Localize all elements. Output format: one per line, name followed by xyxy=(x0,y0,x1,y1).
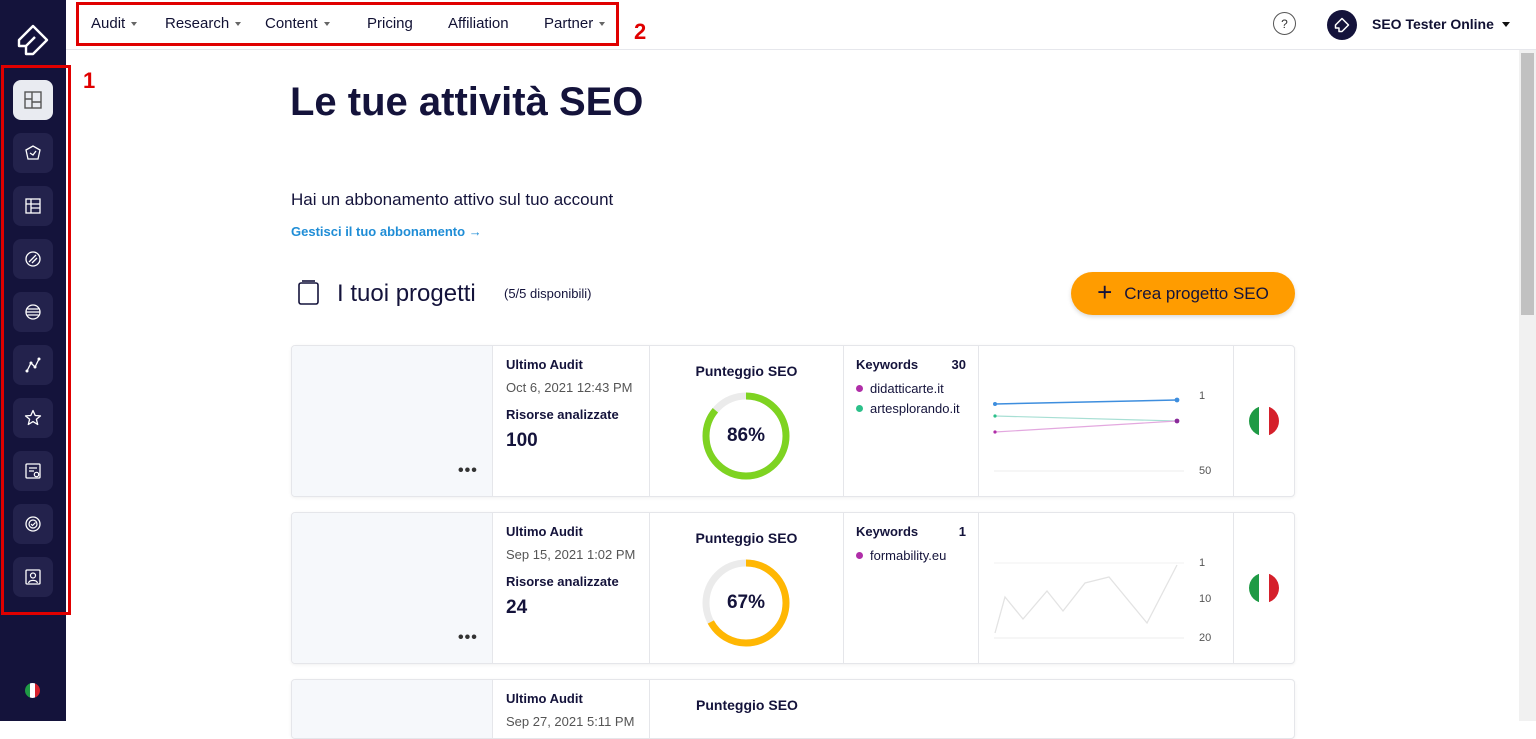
resources-label: Risorse analizzate xyxy=(506,407,619,422)
keywords-label: Keywords xyxy=(856,357,919,372)
more-options-icon[interactable]: ••• xyxy=(458,629,478,647)
last-audit-label: Ultimo Audit xyxy=(506,691,583,706)
last-audit-section: Ultimo Audit Sep 27, 2021 5:11 PM xyxy=(493,680,650,738)
seo-score-label: Punteggio SEO xyxy=(696,697,798,713)
series-point xyxy=(993,402,997,406)
help-icon[interactable]: ? xyxy=(1273,12,1296,35)
user-menu[interactable]: SEO Tester Online xyxy=(1372,16,1510,32)
language-flag-icon[interactable] xyxy=(25,683,40,698)
series-line-purple xyxy=(994,420,1178,433)
manage-link-label: Gestisci il tuo abbonamento xyxy=(291,224,466,239)
keyword-color-dot xyxy=(856,405,863,412)
projects-heading: I tuoi progetti xyxy=(337,280,476,307)
italy-flag-icon xyxy=(1249,573,1279,603)
project-card[interactable]: Ultimo Audit Sep 27, 2021 5:11 PM Punteg… xyxy=(291,679,1295,739)
resources-value: 24 xyxy=(506,597,528,618)
last-audit-date: Sep 27, 2021 5:11 PM xyxy=(506,714,635,729)
avatar[interactable] xyxy=(1327,10,1357,40)
annotation-number-1: 1 xyxy=(83,68,96,93)
seo-score-label: Punteggio SEO xyxy=(695,530,798,546)
last-audit-date: Oct 6, 2021 12:43 PM xyxy=(506,380,633,395)
keyword-color-dot xyxy=(856,552,863,559)
seo-score-value: 67% xyxy=(726,592,766,613)
keywords-count: 30 xyxy=(951,357,966,372)
ranking-chart-svg xyxy=(993,397,1184,472)
series-line-green xyxy=(994,415,1178,422)
last-audit-label: Ultimo Audit xyxy=(506,524,583,539)
chart-tick: 1 xyxy=(1199,390,1206,402)
create-seo-project-button[interactable]: + Crea progetto SEO xyxy=(1071,272,1295,315)
chart-tick: 1 xyxy=(1199,557,1206,569)
seo-score-section: Punteggio SEO 86% xyxy=(650,346,844,496)
page-title: Le tue attività SEO xyxy=(290,80,644,124)
chart-tick: 10 xyxy=(1199,593,1212,605)
project-card[interactable]: ••• Ultimo Audit Sep 15, 2021 1:02 PM Ri… xyxy=(291,512,1295,664)
project-card[interactable]: ••• Ultimo Audit Oct 6, 2021 12:43 PM Ri… xyxy=(291,345,1295,497)
create-button-label: Crea progetto SEO xyxy=(1124,283,1269,303)
ranking-chart: 1 50 xyxy=(979,346,1234,496)
italy-flag-icon xyxy=(1249,406,1279,436)
app-logo-icon[interactable] xyxy=(17,24,49,56)
manage-subscription-link[interactable]: Gestisci il tuo abbonamento → xyxy=(291,224,482,239)
last-audit-section: Ultimo Audit Sep 15, 2021 1:02 PM Risors… xyxy=(493,513,650,663)
plus-icon: + xyxy=(1097,277,1113,307)
annotation-box-sidebar xyxy=(1,65,71,615)
user-name: SEO Tester Online xyxy=(1372,16,1494,32)
ranking-chart: 1 10 20 xyxy=(979,513,1234,663)
user-logo-icon xyxy=(1334,17,1350,33)
page-scrollbar[interactable] xyxy=(1519,50,1536,721)
keywords-section: Keywords 30 didatticarte.it artesplorand… xyxy=(844,346,979,496)
seo-score-label: Punteggio SEO xyxy=(695,363,798,379)
last-audit-section: Ultimo Audit Oct 6, 2021 12:43 PM Risors… xyxy=(493,346,650,496)
series-line xyxy=(994,564,1178,634)
keywords-section: Keywords 1 formability.eu xyxy=(844,513,979,663)
series-point xyxy=(993,430,997,434)
keyword-name: artesplorando.it xyxy=(870,401,960,416)
ranking-chart-svg xyxy=(994,562,1184,639)
series-point xyxy=(993,414,997,418)
arrow-right-icon: → xyxy=(468,224,482,239)
keyword-item[interactable]: artesplorando.it xyxy=(856,401,960,416)
chart-tick: 50 xyxy=(1199,465,1212,477)
annotation-box-nav xyxy=(76,2,619,46)
project-thumbnail: ••• xyxy=(292,513,493,663)
seo-score-section: Punteggio SEO xyxy=(650,680,844,738)
chart-tick: 20 xyxy=(1199,632,1212,644)
keyword-name: formability.eu xyxy=(870,548,947,563)
project-thumbnail xyxy=(292,680,493,738)
project-thumbnail: ••• xyxy=(292,346,493,496)
keywords-label: Keywords xyxy=(856,524,919,539)
series-point xyxy=(1174,418,1180,424)
keyword-color-dot xyxy=(856,385,863,392)
keyword-name: didatticarte.it xyxy=(870,381,944,396)
series-point xyxy=(1174,397,1180,403)
seo-score-value: 86% xyxy=(726,425,766,446)
series-line-blue xyxy=(994,399,1178,405)
chevron-down-icon xyxy=(1501,21,1510,27)
keyword-item[interactable]: didatticarte.it xyxy=(856,381,944,396)
more-options-icon[interactable]: ••• xyxy=(458,462,478,480)
last-audit-label: Ultimo Audit xyxy=(506,357,583,372)
scrollbar-thumb[interactable] xyxy=(1521,53,1534,315)
subscription-status: Hai un abbonamento attivo sul tuo accoun… xyxy=(291,190,614,209)
seo-score-section: Punteggio SEO 67% xyxy=(650,513,844,663)
annotation-number-2: 2 xyxy=(634,19,647,44)
resources-label: Risorse analizzate xyxy=(506,574,619,589)
resources-value: 100 xyxy=(506,430,538,451)
projects-count: (5/5 disponibili) xyxy=(504,286,592,301)
projects-icon xyxy=(298,280,319,305)
last-audit-date: Sep 15, 2021 1:02 PM xyxy=(506,547,636,562)
keywords-count: 1 xyxy=(958,524,966,539)
keyword-item[interactable]: formability.eu xyxy=(856,548,946,563)
